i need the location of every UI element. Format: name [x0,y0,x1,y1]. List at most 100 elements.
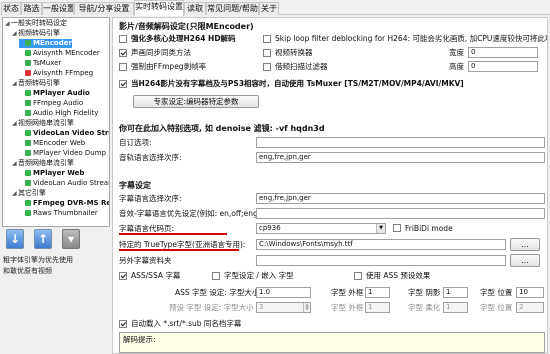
videofilter-label: 视频转换器 [275,48,313,57]
tree-item[interactable]: ◢音频网络串流引擎 [12,159,74,168]
tab-status[interactable]: 状态 [1,2,21,15]
tab-bar: 状态 路选 一般设置 导航/分享设置 实时转码设置 读取 常见问题/帮助 关于 [0,0,550,16]
engine-tree[interactable]: ◢一般实时转码设定 ◢视频转码引擎 MEncoder Avisynth MEncode… [2,17,110,227]
tree-item[interactable]: MPlayer Web [19,169,84,178]
toggle-engine-button[interactable]: ▾ [62,229,80,249]
ass-checkbox[interactable] [119,272,127,280]
ass-pos-field[interactable]: 10 [516,287,544,298]
def-outline-label: 字型 外框 [331,303,364,312]
audio-sub-field[interactable] [256,208,545,219]
lowbit-label: 借频扫描过滤器 [275,62,328,71]
ext-folder-browse-button[interactable]: ... [510,254,540,267]
move-down-button[interactable]: ↓ [6,229,24,249]
def-outline-field[interactable]: 1 [365,302,390,313]
sub-lang-label: 字幕语言选择次序: [119,194,182,203]
tree-item[interactable]: FFmpeg DVR-MS Remux [19,199,109,208]
width-label: 宽度 [449,48,464,57]
highlight-underline [119,249,239,251]
autoload-label: 自动载入 *.srt/*.sub 同名档字幕 [131,319,242,328]
tree-item-label: 音频网络串流引擎 [18,159,74,167]
custom-options-field[interactable] [256,137,545,148]
tree-item-label: MEncoder [33,39,72,47]
enabled-engine-icon [25,170,31,176]
def-pos-label: 字型 位置 [480,303,513,312]
tab-transcoding[interactable]: 实时转码设置 [134,0,184,16]
def-pos-field[interactable]: 2 [516,302,544,313]
tree-item-label: 一般实时转码设定 [11,19,67,27]
forcefps-label: 强制由FFmpeg剥帧率 [131,62,207,71]
decode-hint-box[interactable]: 解码提示: [119,332,545,353]
tab-read[interactable]: 读取 [184,2,206,15]
codepage-label: 字幕语言代码页: [119,224,175,233]
height-field[interactable]: 0 [468,61,538,72]
enabled-engine-icon [25,180,31,186]
def-size-field[interactable]: 3 ▲ ▼ [256,302,311,313]
ass-default-label: 使用 ASS 预设效果 [366,271,431,280]
ass-default-checkbox[interactable] [354,272,362,280]
tree-item[interactable]: MEncoder Web [19,139,85,148]
tree-item[interactable]: VideoLan Video Streaming [19,129,109,138]
forcefps-checkbox[interactable] [119,63,127,71]
enabled-engine-icon [25,60,31,66]
ps3-tsmuxer-checkbox[interactable] [119,80,127,88]
skiploop-checkbox[interactable] [263,35,271,43]
tree-item[interactable]: TsMuxer [19,59,61,68]
codepage-select[interactable]: cp936 ▼ [256,223,386,234]
tree-item[interactable]: FFmpeg Audio [19,99,83,108]
def-blur-label: 字型 柔化 [408,303,441,312]
font-path-field[interactable]: C:\Windows\Fonts\msyh.ttf [256,239,506,250]
ext-folder-label: 另外字幕资料夹 [119,256,172,265]
enabled-engine-icon [25,150,31,156]
multicore-checkbox[interactable] [119,35,127,43]
tree-note-bold: 粗字体引擎为优先使用 [3,256,73,264]
videofilter-checkbox[interactable] [263,49,271,57]
audio-lang-label: 音轨语言选择次序: [119,153,182,162]
lowbit-checkbox[interactable] [263,63,271,71]
font-browse-button[interactable]: ... [510,238,540,251]
tree-item[interactable]: ◢音频转码引擎 [12,79,60,88]
audio-lang-field[interactable]: eng,fre,jpn,ger [256,152,545,163]
ass-size-field[interactable]: 1.0 [256,287,311,298]
sub-lang-field[interactable]: eng,fre,jpn,ger [256,193,545,204]
tree-item[interactable]: MPlayer Video Dump [19,149,106,158]
move-up-button[interactable]: ↑ [34,229,52,249]
ps3-tsmuxer-label: 当H264影片没有字幕档及与PS3相容时，自动使用 TsMuxer [TS/M2… [131,79,464,88]
decode-settings-title: 影片/音频解码设定(只限MEncoder) [119,22,254,31]
tree-item[interactable]: MEncoder [19,39,72,48]
tree-item-label: 视频转码引擎 [18,29,60,37]
multicore-label: 强化多核心处理H264 HD解码 [131,34,236,43]
def-blur-field[interactable]: 1 [443,302,468,313]
width-field[interactable]: 0 [468,47,538,58]
tab-general-settings[interactable]: 一般设置 [42,2,74,15]
tree-item[interactable]: ◢其它引擎 [12,189,46,198]
highlight-underline [119,233,227,235]
tab-about[interactable]: 关于 [259,2,279,15]
fribidi-checkbox[interactable] [393,224,401,232]
tab-traffic[interactable]: 路选 [21,2,42,15]
tab-faq-help[interactable]: 常见问题/帮助 [206,2,259,15]
font-label: 特定的 TrueType字型(亚洲语言专用): [119,240,246,249]
tree-item[interactable]: Raws Thumbnailer [19,209,98,218]
enabled-engine-icon [25,200,31,206]
tree-item[interactable]: ◢一般实时转码设定 [5,19,67,28]
tree-item[interactable]: Avisynth FFmpeg [19,69,93,78]
ass-outline-field[interactable]: 1 [365,287,390,298]
tree-item[interactable]: Avisynth MEncoder [19,49,100,58]
ext-folder-field[interactable] [256,255,506,266]
tree-item-label: MPlayer Audio [33,89,90,97]
audiosync-checkbox[interactable] [119,49,127,57]
expert-settings-button[interactable]: 专家设定:编码器特定参数 [133,95,259,108]
tree-item-label: 视频网络串流引擎 [18,119,74,127]
fontcfg-checkbox[interactable] [212,272,220,280]
tree-item[interactable]: Audio High Fidelity [19,109,98,118]
tree-item[interactable]: ◢视频转码引擎 [12,29,60,38]
tree-item-label: Raws Thumbnailer [33,209,98,217]
tree-item[interactable]: MPlayer Audio [19,89,90,98]
ass-shadow-field[interactable]: 1 [443,287,468,298]
tab-navigation-share[interactable]: 导航/分享设置 [74,2,134,15]
settings-panel: 影片/音频解码设定(只限MEncoder) 强化多核心处理H264 HD解码 S… [112,17,548,354]
autoload-checkbox[interactable] [119,320,127,328]
tree-item-label: Avisynth MEncoder [33,49,100,57]
tree-item[interactable]: VideoLan Audio Streaming [19,179,109,188]
tree-item[interactable]: ◢视频网络串流引擎 [12,119,74,128]
